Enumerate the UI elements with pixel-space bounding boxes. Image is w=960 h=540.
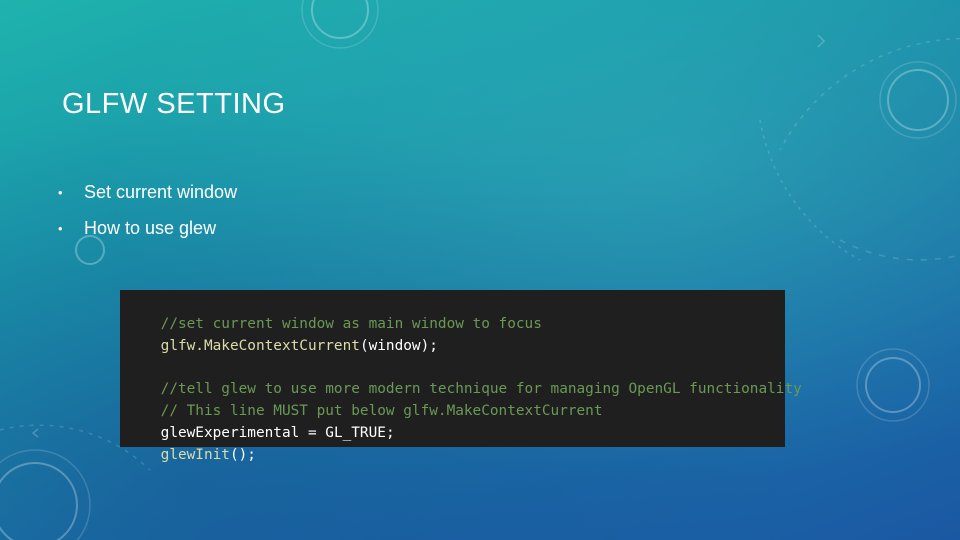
code-comment: //set current window as main window to f… — [160, 315, 542, 332]
code-line: //set current window as main window to f… — [126, 292, 785, 332]
code-block: //set current window as main window to f… — [120, 290, 802, 463]
code-semicolon: ; — [385, 424, 395, 441]
code-call-end: (); — [229, 446, 256, 463]
bullet-text: Set current window — [84, 181, 238, 202]
code-value: GL_TRUE — [325, 424, 386, 441]
bullet-item: • Set current window — [58, 174, 237, 210]
code-arguments: (window); — [359, 337, 438, 354]
code-line: //tell glew to use more modern technique… — [126, 357, 802, 397]
code-operator: = — [299, 424, 326, 441]
code-function-name: glewInit — [160, 446, 230, 463]
bullet-list: • Set current window • How to use glew — [58, 174, 237, 246]
code-variable: glewExperimental — [160, 424, 300, 441]
code-comment: //tell glew to use more modern technique… — [160, 381, 802, 398]
bullet-text: How to use glew — [84, 217, 217, 238]
bullet-item: • How to use glew — [58, 210, 237, 246]
slide-title: GLFW SETTING — [62, 88, 286, 120]
code-comment: // This line MUST put below glfw.MakeCon… — [160, 402, 603, 419]
bullet-dot-icon: • — [58, 184, 63, 200]
code-function-name: glfw.MakeContextCurrent — [160, 337, 360, 354]
bullet-dot-icon: • — [58, 220, 63, 236]
